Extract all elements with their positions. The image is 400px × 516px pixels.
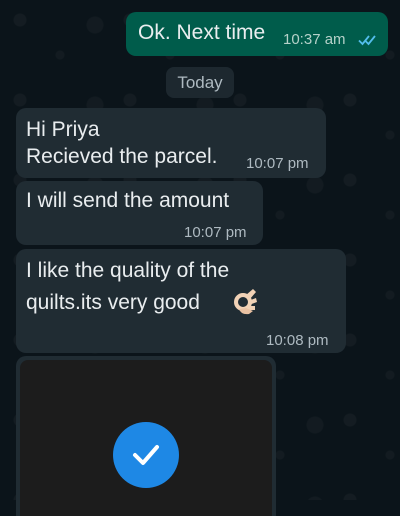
outgoing-message[interactable]: Ok. Next time 10:37 am [126,12,388,56]
double-check-read-icon [358,33,378,51]
day-separator: Today [166,67,234,98]
message-text-line-1: Hi Priya [26,118,100,141]
ok-hand-emoji-icon [229,287,259,317]
incoming-message[interactable]: I like the quality of the quilts.its ver… [16,249,346,353]
message-time: 10:07 pm [184,224,247,241]
message-time: 10:08 pm [266,332,329,349]
message-time: 10:37 am [283,31,346,48]
incoming-message[interactable]: Hi Priya Recieved the parcel. 10:07 pm [16,108,326,178]
message-text: I will send the amount [26,189,230,212]
message-text-line-2: quilts.its very good [26,291,200,314]
incoming-message[interactable]: I will send the amount 10:07 pm [16,181,263,245]
message-text: Ok. Next time [138,21,266,44]
message-time: 10:07 pm [246,155,309,172]
message-text-line-2: Recieved the parcel. [26,145,218,168]
message-text-line-1: I like the quality of the [26,259,230,282]
check-circle-icon[interactable] [113,422,179,488]
